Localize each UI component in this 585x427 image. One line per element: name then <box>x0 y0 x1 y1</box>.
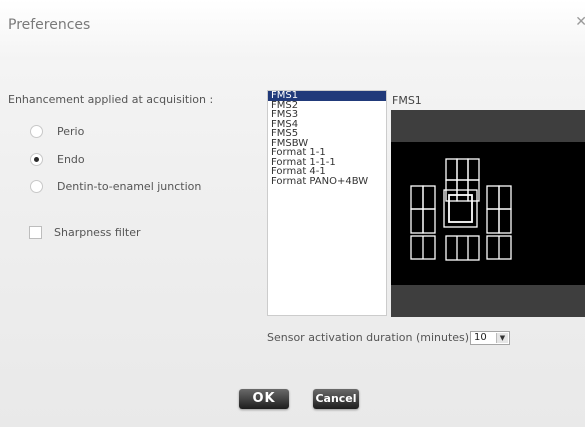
radio-label: Perio <box>57 125 85 138</box>
close-icon[interactable]: ✕ <box>575 14 585 30</box>
template-list[interactable]: FMS1 FMS2 FMS3 FMS4 FMS5 FMSBW Format 1-1 Forma… <box>267 90 387 316</box>
radio-button[interactable] <box>30 125 43 138</box>
sharpness-checkbox[interactable] <box>29 226 42 239</box>
template-preview <box>391 110 585 317</box>
template-list-item[interactable]: Format PANO+4BW <box>268 176 386 187</box>
cancel-button[interactable]: Cancel <box>313 389 359 409</box>
sharpness-label: Sharpness filter <box>54 226 141 239</box>
select-value: 10 <box>474 332 487 343</box>
sensor-duration-label: Sensor activation duration (minutes) : <box>267 331 477 344</box>
radio-label: Dentin-to-enamel junction <box>57 180 202 193</box>
radio-button[interactable] <box>30 153 43 166</box>
radio-button[interactable] <box>30 180 43 193</box>
sharpness-filter-option[interactable]: Sharpness filter <box>29 226 141 239</box>
ok-button[interactable]: OK <box>239 389 289 409</box>
sensor-duration-select[interactable]: 10 ▼ <box>470 331 510 345</box>
preferences-dialog: Preferences ✕ Enhancement applied at acq… <box>0 0 585 427</box>
enhancement-label: Enhancement applied at acquisition : <box>8 93 214 106</box>
radio-endo[interactable]: Endo <box>30 153 85 166</box>
radio-dentin-enamel[interactable]: Dentin-to-enamel junction <box>30 180 201 193</box>
fms-layout-diagram <box>410 158 512 261</box>
dialog-title: Preferences <box>8 17 91 33</box>
preview-label: FMS1 <box>392 94 422 107</box>
chevron-down-icon[interactable]: ▼ <box>496 333 508 343</box>
radio-label: Endo <box>57 153 85 166</box>
radio-perio[interactable]: Perio <box>30 125 84 138</box>
